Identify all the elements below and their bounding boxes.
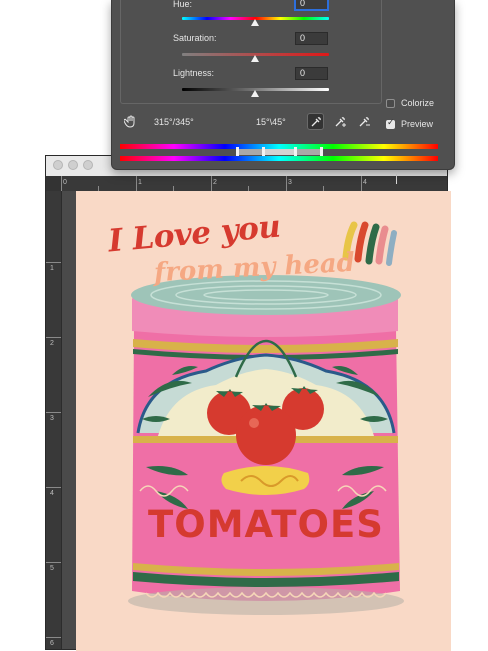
hand-tool-icon[interactable] (122, 113, 139, 130)
lightness-label: Lightness: (173, 68, 215, 78)
ruler-label: 1 (138, 179, 142, 186)
artboard[interactable]: I Love you from my head TOMATOES (76, 191, 451, 651)
hue-range-core[interactable] (264, 149, 296, 155)
ruler-label: 3 (288, 179, 292, 186)
hue-input[interactable]: 0 (295, 0, 328, 10)
minimize-window-button[interactable] (68, 160, 78, 170)
colorize-checkbox[interactable] (386, 99, 395, 108)
eyedropper-icon[interactable] (307, 113, 324, 130)
close-window-button[interactable] (53, 160, 63, 170)
vertical-ruler[interactable]: 1 2 3 4 5 6 (46, 191, 62, 649)
ruler-label: 5 (50, 565, 54, 572)
saturation-slider-thumb[interactable] (251, 55, 259, 62)
saturation-label: Saturation: (173, 33, 217, 43)
ruler-label: 2 (213, 179, 217, 186)
preview-checkbox[interactable] (386, 118, 395, 129)
ruler-label: 4 (50, 490, 54, 497)
preview-label[interactable]: Preview (401, 119, 433, 130)
ruler-label: 2 (50, 340, 54, 347)
saturation-input[interactable]: 0 (295, 32, 328, 45)
ruler-label: 0 (63, 179, 67, 186)
eyedropper-plus-icon[interactable] (332, 113, 349, 130)
adjustments-group: Hue: 0 Saturation: 0 Lightness: 0 (120, 0, 382, 104)
range-right-readout: 15°\45° (256, 117, 286, 127)
eyedropper-minus-icon[interactable] (356, 113, 373, 130)
zoom-window-button[interactable] (83, 160, 93, 170)
colorize-label[interactable]: Colorize (401, 98, 434, 109)
ruler-origin[interactable] (46, 176, 61, 191)
ruler-label: 6 (50, 640, 54, 647)
range-handle-inner-left[interactable] (262, 147, 265, 156)
hue-label: Hue: (173, 0, 193, 9)
range-handle-inner-right[interactable] (294, 147, 297, 156)
ruler-label: 1 (50, 265, 54, 272)
canvas-area[interactable]: I Love you from my head TOMATOES (62, 191, 451, 651)
lightness-input[interactable]: 0 (295, 67, 328, 80)
hue-slider-thumb[interactable] (251, 19, 259, 26)
can-label-text: TOMATOES (148, 503, 384, 546)
ruler-label: 4 (363, 179, 367, 186)
range-left-readout: 315°/345° (154, 117, 194, 127)
output-hue-bar (120, 156, 438, 161)
hue-saturation-dialog: Hue: 0 Saturation: 0 Lightness: 0 Colori… (111, 0, 455, 170)
range-handle-left[interactable] (236, 147, 239, 156)
horizontal-ruler[interactable]: 0 1 2 3 4 (61, 174, 447, 192)
range-handle-right[interactable] (320, 147, 323, 156)
lightness-slider-thumb[interactable] (251, 90, 259, 97)
document-window: 0 1 2 3 4 1 2 3 4 5 6 I Love you from my… (45, 155, 451, 651)
ruler-label: 3 (50, 415, 54, 422)
